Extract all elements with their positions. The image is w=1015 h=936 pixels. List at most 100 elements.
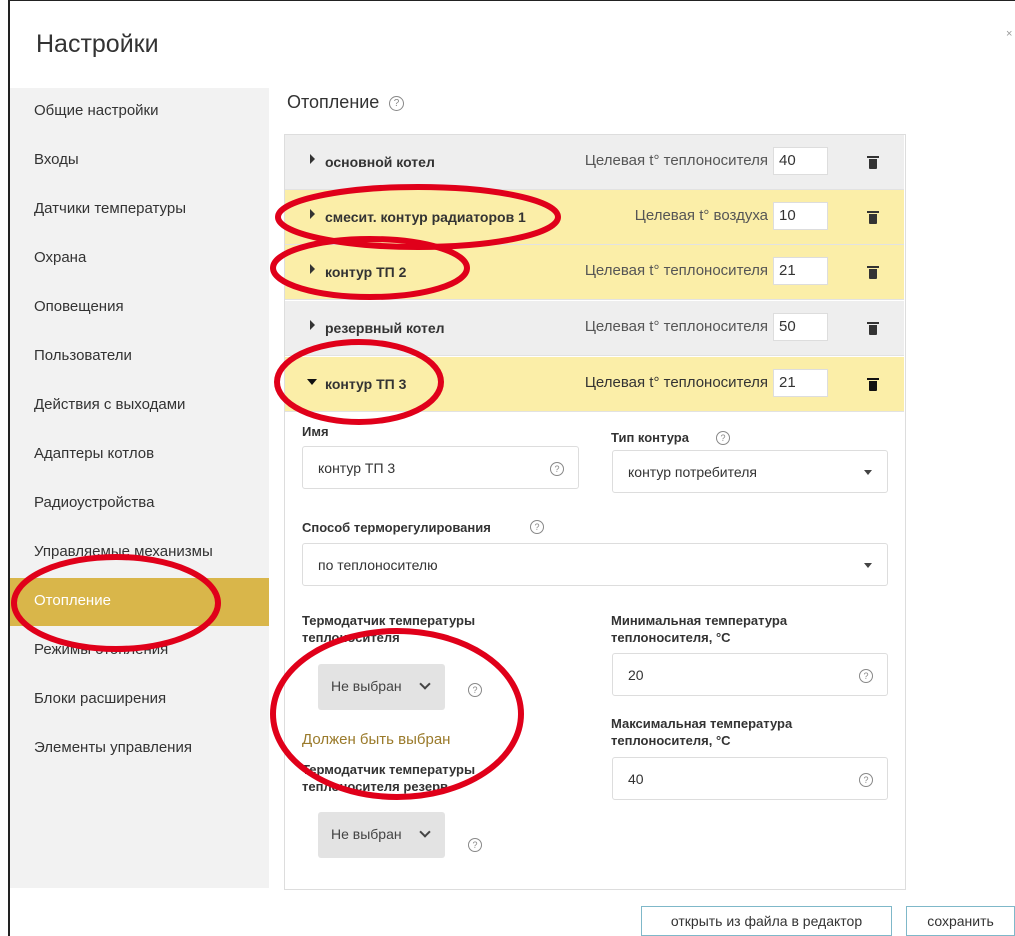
question-circle-icon[interactable]: ?: [468, 838, 482, 852]
sidebar-item-users[interactable]: Пользователи: [10, 333, 269, 381]
reserve-sensor-select-button[interactable]: Не выбран: [318, 812, 445, 858]
sidebar-item-label: Общие настройки: [34, 102, 159, 119]
question-circle-icon[interactable]: ?: [389, 96, 404, 111]
sidebar-item-security[interactable]: Охрана: [10, 235, 269, 283]
circuit-type-value: контур потребителя: [628, 464, 757, 480]
sidebar: Общие настройки Входы Датчики температур…: [10, 88, 269, 888]
circuit-row[interactable]: смесит. контур радиаторов 1 Целевая t° в…: [285, 190, 904, 245]
sidebar-item-general[interactable]: Общие настройки: [10, 88, 269, 136]
sidebar-item-label: Отопление: [34, 592, 111, 609]
name-field-value: контур ТП 3: [318, 460, 396, 476]
section-title: Отопление: [287, 92, 380, 112]
name-field[interactable]: контур ТП 3 ?: [302, 446, 579, 489]
target-temp-label: Целевая t° теплоносителя: [584, 262, 768, 279]
question-circle-icon[interactable]: ?: [550, 462, 564, 476]
sidebar-item-label: Радиоустройства: [34, 494, 155, 511]
sensor-select-value: Не выбран: [331, 678, 402, 694]
page-title: Настройки: [36, 30, 159, 58]
target-temp-input[interactable]: 40: [773, 147, 828, 175]
circuit-row[interactable]: контур ТП 3 Целевая t° теплоносителя 21: [285, 357, 904, 412]
sidebar-item-label: Пользователи: [34, 347, 132, 364]
sidebar-item-radio-devices[interactable]: Радиоустройства: [10, 480, 269, 528]
sidebar-item-label: Режимы отопления: [34, 641, 169, 658]
dropdown-arrow-icon: [864, 563, 872, 568]
sidebar-item-controls[interactable]: Элементы управления: [10, 725, 269, 773]
caret-right-icon[interactable]: [310, 320, 315, 330]
trash-icon[interactable]: [867, 211, 879, 224]
sidebar-item-label: Входы: [34, 151, 79, 168]
target-temp-label: Целевая t° теплоносителя: [584, 152, 768, 169]
sensor-label-line1: Термодатчик температуры: [302, 613, 476, 628]
sidebar-item-label: Охрана: [34, 249, 87, 266]
sidebar-item-temp-sensors[interactable]: Датчики температуры: [10, 186, 269, 234]
circuit-type-select[interactable]: контур потребителя: [612, 450, 888, 493]
min-temp-value: 20: [628, 667, 644, 683]
chevron-down-icon: [419, 678, 431, 690]
question-circle-icon[interactable]: ?: [716, 431, 730, 445]
sidebar-item-label: Адаптеры котлов: [34, 445, 155, 462]
sensor-select-button[interactable]: Не выбран: [318, 664, 445, 710]
circuit-row[interactable]: основной котел Целевая t° теплоносителя …: [285, 135, 904, 190]
sidebar-item-expansion-blocks[interactable]: Блоки расширения: [10, 676, 269, 724]
target-temp-label: Целевая t° теплоносителя: [584, 374, 768, 391]
target-temp-input[interactable]: 50: [773, 313, 828, 341]
question-circle-icon[interactable]: ?: [859, 669, 873, 683]
max-temp-label-line2: теплоносителя, °C: [611, 733, 731, 748]
regulation-method-select[interactable]: по теплоносителю: [302, 543, 888, 586]
trash-icon[interactable]: [867, 266, 879, 279]
circuit-type-label: Тип контура: [611, 430, 689, 445]
window-border-top: [8, 0, 1015, 1]
trash-icon[interactable]: [867, 156, 879, 169]
max-temp-input[interactable]: 40 ?: [612, 757, 888, 800]
sidebar-item-label: Управляемые механизмы: [34, 543, 213, 560]
caret-down-icon[interactable]: [307, 379, 317, 385]
sidebar-item-label: Элементы управления: [34, 739, 192, 756]
target-temp-input[interactable]: 10: [773, 202, 828, 230]
sidebar-item-output-actions[interactable]: Действия с выходами: [10, 382, 269, 430]
reserve-sensor-label-line2: теплоносителя резерв: [302, 779, 448, 794]
question-circle-icon[interactable]: ?: [530, 520, 544, 534]
caret-right-icon[interactable]: [310, 154, 315, 164]
name-label: Имя: [302, 424, 329, 439]
circuit-row[interactable]: резервный котел Целевая t° теплоносителя…: [285, 301, 904, 356]
circuit-name: контур ТП 2: [325, 264, 407, 280]
sidebar-item-label: Блоки расширения: [34, 690, 167, 707]
regulation-method-value: по теплоносителю: [318, 557, 438, 573]
circuit-name: смесит. контур радиаторов 1: [325, 209, 526, 225]
reserve-sensor-select-value: Не выбран: [331, 826, 402, 842]
min-temp-input[interactable]: 20 ?: [612, 653, 888, 696]
circuit-name: основной котел: [325, 154, 435, 170]
circuit-row[interactable]: контур ТП 2 Целевая t° теплоносителя 21: [285, 245, 904, 300]
sidebar-item-label: Оповещения: [34, 298, 124, 315]
sidebar-item-notifications[interactable]: Оповещения: [10, 284, 269, 332]
sidebar-item-heating[interactable]: Отопление: [10, 578, 269, 626]
trash-icon[interactable]: [867, 378, 879, 391]
sidebar-item-boiler-adapters[interactable]: Адаптеры котлов: [10, 431, 269, 479]
question-circle-icon[interactable]: ?: [468, 683, 482, 697]
dropdown-arrow-icon: [864, 470, 872, 475]
sidebar-item-label: Действия с выходами: [34, 396, 186, 413]
sensor-label-line2: теплоносителя: [302, 630, 400, 645]
sidebar-item-heating-modes[interactable]: Режимы отопления: [10, 627, 269, 675]
sidebar-item-controlled-mechanisms[interactable]: Управляемые механизмы: [10, 529, 269, 577]
sidebar-item-label: Датчики температуры: [34, 200, 187, 217]
target-temp-input[interactable]: 21: [773, 369, 828, 397]
caret-right-icon[interactable]: [310, 209, 315, 219]
chevron-down-icon: [419, 826, 431, 838]
save-button[interactable]: сохранить: [906, 906, 1015, 936]
trash-icon[interactable]: [867, 322, 879, 335]
reserve-sensor-label-line1: Термодатчик температуры: [302, 762, 476, 777]
caret-right-icon[interactable]: [310, 264, 315, 274]
circuit-name: контур ТП 3: [325, 376, 407, 392]
min-temp-label-line2: теплоносителя, °C: [611, 630, 731, 645]
close-icon[interactable]: ×: [1006, 28, 1012, 40]
question-circle-icon[interactable]: ?: [859, 773, 873, 787]
target-temp-label: Целевая t° воздуха: [634, 207, 768, 224]
sensor-warning: Должен быть выбран: [302, 731, 451, 748]
min-temp-label-line1: Минимальная температура: [611, 613, 788, 628]
sidebar-item-inputs[interactable]: Входы: [10, 137, 269, 185]
target-temp-input[interactable]: 21: [773, 257, 828, 285]
open-in-editor-button[interactable]: открыть из файла в редактор: [641, 906, 892, 936]
max-temp-value: 40: [628, 771, 644, 787]
circuit-name: резервный котел: [325, 320, 445, 336]
